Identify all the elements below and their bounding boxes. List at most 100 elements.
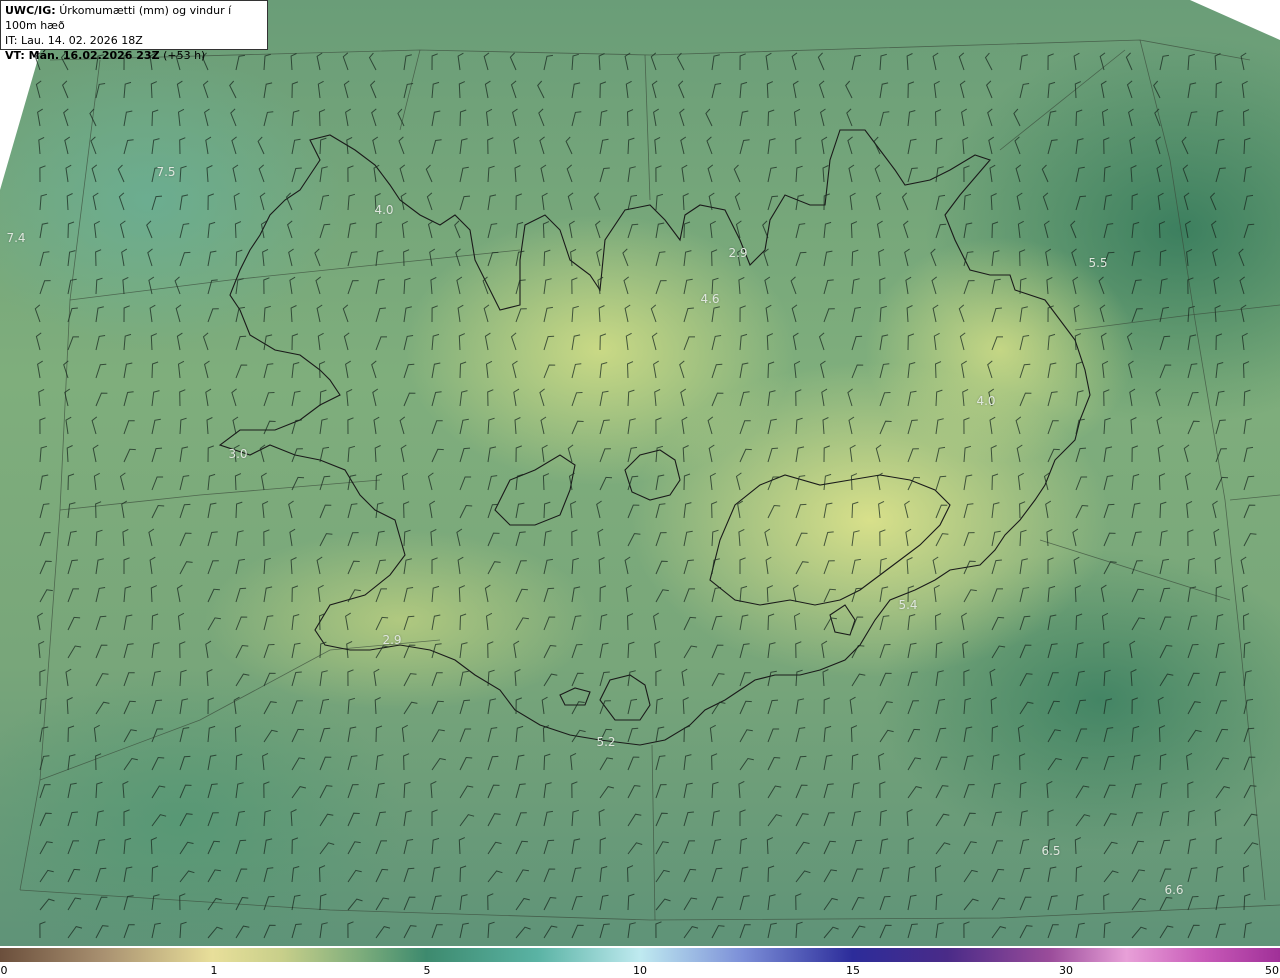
wind-barb [654, 388, 661, 407]
wind-barb [767, 390, 776, 407]
wind-barb [317, 584, 324, 603]
wind-barb [487, 532, 500, 547]
wind-barb [342, 304, 349, 323]
wind-barb [1047, 448, 1060, 463]
wind-barb [123, 333, 132, 351]
map-value-label: 5.2 [596, 735, 616, 749]
wind-barb [459, 699, 471, 715]
wind-barb [767, 894, 776, 911]
wind-barb [795, 727, 806, 743]
wind-barb [849, 192, 856, 211]
wind-barb [67, 725, 75, 743]
wind-barb [427, 220, 434, 239]
wind-barb [795, 446, 805, 463]
wind-barb [403, 529, 411, 547]
wind-barb [984, 52, 993, 71]
wind-barb [680, 388, 687, 407]
wind-barb [822, 669, 829, 687]
map-value-label: 2.9 [728, 246, 748, 260]
wind-barb [1215, 757, 1230, 771]
map-value-label: 3.0 [228, 447, 248, 461]
wind-barb [459, 195, 471, 211]
wind-barb [655, 560, 668, 575]
wind-barb [739, 81, 748, 99]
wind-barb [963, 869, 978, 883]
wind-barb [739, 895, 750, 911]
wind-barb [347, 193, 356, 211]
wind-barb [1214, 809, 1221, 827]
wind-barb [991, 782, 1001, 799]
wind-barb [958, 52, 965, 71]
wind-barb [543, 530, 552, 547]
wind-barb [375, 754, 384, 771]
wind-barb [318, 109, 326, 127]
wind-barb [207, 812, 219, 827]
wind-barb [374, 445, 381, 463]
wind-barb [231, 136, 237, 155]
wind-barb [1187, 838, 1197, 855]
wind-barb [1212, 500, 1218, 519]
wind-barb [627, 813, 642, 827]
wind-barbs [34, 52, 1259, 939]
wind-barb [347, 222, 357, 239]
wind-barb [263, 277, 270, 295]
wind-barb [766, 333, 773, 351]
wind-barb [123, 110, 133, 127]
wind-barb [431, 643, 442, 659]
wind-barb [655, 589, 669, 603]
wind-barb [1016, 192, 1023, 211]
wind-barb [149, 304, 156, 323]
wind-barb [1103, 841, 1118, 855]
product-label: UWC/IG: [5, 4, 56, 17]
wind-barb [1047, 139, 1058, 155]
wind-barb [39, 445, 48, 463]
wind-barb [373, 668, 380, 687]
wind-barb [935, 533, 949, 547]
wind-barb [179, 561, 193, 575]
wind-barb [1075, 894, 1084, 911]
wind-barb [179, 921, 187, 939]
wind-barb [1159, 587, 1171, 603]
wind-barb [431, 614, 441, 631]
wind-barb [1075, 109, 1083, 127]
wind-barb [1186, 248, 1193, 267]
wind-barb [459, 642, 468, 659]
wind-barb [1075, 785, 1090, 799]
wind-barb [851, 782, 860, 799]
wind-barb [429, 500, 436, 519]
wind-barb [151, 814, 167, 827]
wind-barb [907, 700, 919, 715]
wind-barb [179, 417, 187, 435]
wind-barb [1215, 837, 1223, 855]
wind-barb [1187, 557, 1195, 575]
wind-barb [375, 250, 384, 267]
wind-barb [1243, 893, 1251, 911]
wind-barb [1187, 867, 1198, 883]
wind-barb [930, 248, 937, 267]
wind-barb [39, 251, 50, 267]
wind-barb [1070, 220, 1077, 239]
wind-barb [1047, 391, 1058, 407]
wind-barb [991, 645, 1006, 659]
map-value-label: 2.9 [382, 633, 402, 647]
wind-barb [1131, 840, 1144, 855]
wind-barb [123, 895, 134, 911]
wind-barb [95, 558, 104, 575]
wind-barb [374, 697, 381, 715]
wind-barb [571, 781, 578, 799]
wind-barb [991, 868, 1005, 883]
wind-barb [543, 810, 553, 827]
wind-barb [705, 108, 713, 127]
wind-barb [1100, 332, 1107, 351]
wind-barb [539, 136, 545, 155]
wind-barb [990, 697, 997, 715]
wind-barb [1158, 473, 1166, 491]
wind-barb [174, 276, 181, 295]
wind-barb [1019, 335, 1030, 351]
wind-barb [1159, 278, 1168, 295]
wind-barb [962, 640, 969, 659]
wind-barb [179, 755, 191, 771]
wind-barb [400, 444, 407, 463]
wind-barb [599, 390, 609, 407]
wind-barb [484, 80, 491, 99]
